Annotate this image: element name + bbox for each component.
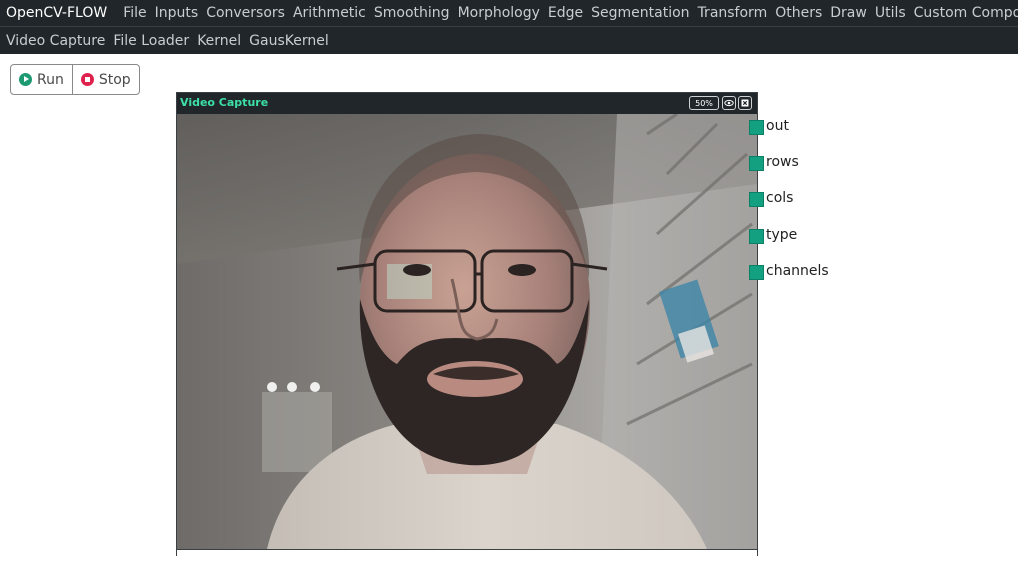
eye-icon[interactable] bbox=[722, 96, 736, 110]
output-port-cols[interactable] bbox=[749, 192, 764, 207]
menu-conversors[interactable]: Conversors bbox=[206, 5, 285, 21]
close-icon[interactable] bbox=[738, 96, 752, 110]
output-port-rows[interactable] bbox=[749, 156, 764, 171]
video-frame bbox=[177, 114, 757, 549]
stop-label: Stop bbox=[98, 71, 131, 88]
play-icon bbox=[19, 73, 32, 86]
tool-file-loader[interactable]: File Loader bbox=[113, 33, 189, 49]
menu-smoothing[interactable]: Smoothing bbox=[374, 5, 450, 21]
output-label-cols: cols bbox=[766, 190, 794, 206]
menu-inputs[interactable]: Inputs bbox=[155, 5, 199, 21]
menu-custom-components[interactable]: Custom Components bbox=[914, 5, 1018, 21]
menu-segmentation[interactable]: Segmentation bbox=[591, 5, 689, 21]
tool-gaus-kernel[interactable]: GausKernel bbox=[249, 33, 329, 49]
zoom-badge[interactable]: 50% bbox=[689, 96, 719, 110]
webcam-frame-image bbox=[177, 114, 757, 549]
output-label-channels: channels bbox=[766, 263, 829, 279]
menu-draw[interactable]: Draw bbox=[830, 5, 867, 21]
tool-kernel[interactable]: Kernel bbox=[197, 33, 241, 49]
stop-icon bbox=[80, 73, 94, 86]
output-port-channels[interactable] bbox=[749, 265, 764, 280]
menu-transform[interactable]: Transform bbox=[698, 5, 768, 21]
output-label-out: out bbox=[766, 118, 789, 134]
output-label-type: type bbox=[766, 227, 798, 243]
video-capture-node[interactable]: Video Capture 50% bbox=[176, 92, 758, 556]
node-title: Video Capture bbox=[180, 96, 269, 109]
output-port-out[interactable] bbox=[749, 120, 764, 135]
tool-video-capture[interactable]: Video Capture bbox=[6, 33, 105, 49]
run-label: Run bbox=[37, 71, 64, 88]
output-port-type[interactable] bbox=[749, 229, 764, 244]
run-button[interactable]: Run bbox=[11, 65, 72, 94]
menu-utils[interactable]: Utils bbox=[875, 5, 906, 21]
menu-others[interactable]: Others bbox=[775, 5, 822, 21]
node-footer bbox=[177, 549, 757, 556]
menu-morphology[interactable]: Morphology bbox=[458, 5, 540, 21]
stop-button[interactable]: Stop bbox=[71, 65, 139, 94]
menu-file[interactable]: File bbox=[123, 5, 146, 21]
menu-bar: OpenCV-FLOW File Inputs Conversors Arith… bbox=[0, 0, 1018, 27]
run-stop-group: Run Stop bbox=[10, 64, 140, 95]
app-title: OpenCV-FLOW bbox=[6, 5, 108, 21]
output-label-rows: rows bbox=[766, 154, 799, 170]
menu-edge[interactable]: Edge bbox=[548, 5, 583, 21]
component-toolbar: Video Capture File Loader Kernel GausKer… bbox=[0, 27, 1018, 54]
node-header[interactable]: Video Capture 50% bbox=[177, 93, 757, 114]
menu-arithmetic[interactable]: Arithmetic bbox=[293, 5, 366, 21]
